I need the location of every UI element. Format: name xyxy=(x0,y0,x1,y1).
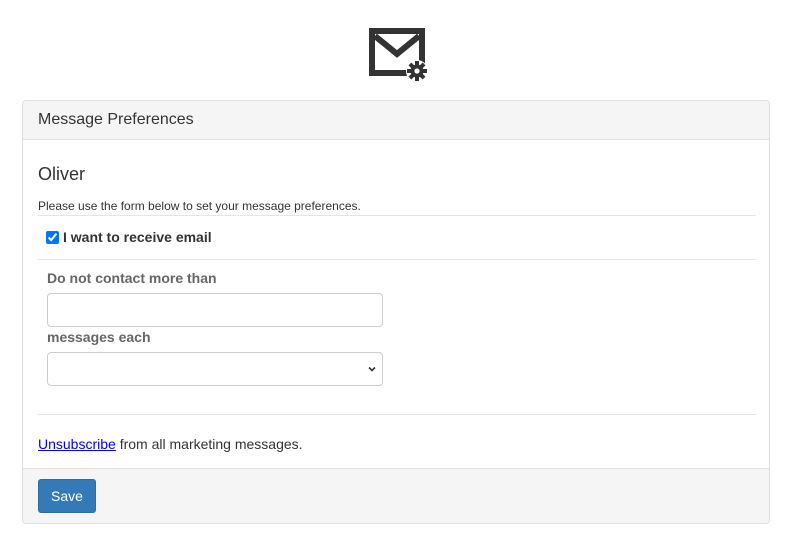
panel-footer: Save xyxy=(23,468,769,523)
envelope-gear-icon xyxy=(369,28,428,82)
contact-limit-label: Do not contact more than xyxy=(47,270,217,286)
chevron-down-icon xyxy=(368,366,376,372)
unsubscribe-text: Unsubscribe from all marketing messages. xyxy=(38,436,303,452)
save-button[interactable]: Save xyxy=(38,479,96,513)
unsubscribe-rest-text: from all marketing messages. xyxy=(115,436,303,452)
contact-limit-input[interactable] xyxy=(47,293,383,327)
period-select[interactable] xyxy=(47,352,383,386)
period-label: messages each xyxy=(47,329,151,345)
divider xyxy=(38,259,756,260)
panel-title: Message Preferences xyxy=(23,101,769,140)
message-preferences-panel: Message Preferences Oliver Please use th… xyxy=(22,100,770,524)
user-name: Oliver xyxy=(38,164,86,184)
divider xyxy=(38,414,756,415)
receive-email-checkbox[interactable] xyxy=(46,230,59,244)
receive-email-label: I want to receive email xyxy=(63,229,212,245)
panel-body: Oliver Please use the form below to set … xyxy=(23,140,769,470)
divider xyxy=(38,215,756,216)
receive-email-option[interactable]: I want to receive email xyxy=(46,229,212,245)
intro-text: Please use the form below to set your me… xyxy=(38,199,361,213)
unsubscribe-link[interactable]: Unsubscribe xyxy=(38,436,116,452)
